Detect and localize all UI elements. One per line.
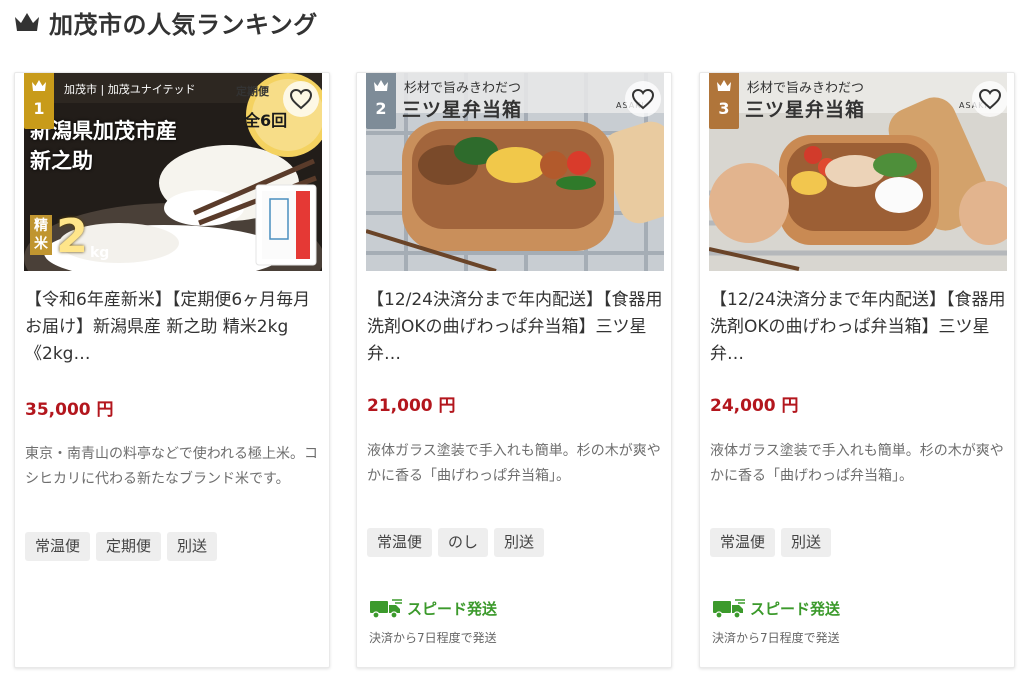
tag-room-temperature: 常温便: [25, 532, 91, 561]
product-description: 液体ガラス塗装で手入れも簡単。杉の木が爽やかに香る「曲げわっぱ弁当箱」。: [367, 443, 661, 484]
rice-weight: 2: [56, 209, 89, 263]
speed-shipping-note: 決済から7日程度で発送: [712, 631, 840, 645]
page-title: 加茂市の人気ランキング: [49, 10, 318, 39]
tag-separate-shipping: 別送: [781, 528, 832, 557]
tag-subscription: 定期便: [96, 532, 162, 561]
tag-list: 常温便 定期便 別送: [25, 532, 218, 561]
crown-icon: [32, 80, 46, 91]
bento-caption-main: 三ツ星弁当箱: [402, 99, 523, 121]
delivery-truck-icon: [713, 599, 745, 619]
product-price: 21,000 円: [367, 396, 456, 416]
speed-shipping-note: 決済から7日程度で発送: [369, 631, 497, 645]
ranking-card-1[interactable]: 加茂市 | 加茂ユナイテッド 定期便 全6回 新潟県加茂市産 新之助 精米 2 …: [14, 72, 330, 668]
tag-room-temperature: 常温便: [710, 528, 776, 557]
product-image-bento[interactable]: 杉材で旨みきわだつ 三ツ星弁当箱 ASAKI: [709, 73, 1007, 271]
tag-list: 常温便 のし 別送: [367, 528, 545, 557]
rank-number: 1: [33, 99, 45, 118]
rank-number: 2: [375, 99, 387, 118]
rice-circle-bottom: 全6回: [244, 111, 288, 130]
tag-room-temperature: 常温便: [367, 528, 433, 557]
rank-badge-2: 2: [366, 73, 396, 129]
rank-number: 3: [718, 99, 730, 118]
product-description: 液体ガラス塗装で手入れも簡単。杉の木が爽やかに香る「曲げわっぱ弁当箱」。: [710, 443, 1004, 484]
ranking-card-3[interactable]: 杉材で旨みきわだつ 三ツ星弁当箱 ASAKI 3 【12/24決済分まで年内配送…: [699, 72, 1015, 668]
ranking-header: 加茂市の人気ランキング: [13, 6, 318, 39]
favorite-button[interactable]: [283, 81, 319, 117]
product-price: 35,000 円: [25, 400, 114, 420]
tag-noshi: のし: [438, 528, 489, 557]
speed-shipping: スピード発送: [712, 597, 840, 619]
heart-icon: [978, 88, 1002, 110]
product-name[interactable]: 【令和6年産新米】【定期便6ヶ月毎月お届け】新潟県産 新之助 精米2kg《2kg…: [25, 287, 321, 368]
product-description: 東京・南青山の料亭などで使われる極上米。コシヒカリに代わる新たなブランド米です。: [25, 446, 319, 487]
rice-unit: kg: [90, 245, 110, 261]
rank-badge-3: 3: [709, 73, 739, 129]
product-image-bento[interactable]: 杉材で旨みきわだつ 三ツ星弁当箱 ASAKI: [366, 73, 664, 271]
product-name[interactable]: 【12/24決済分まで年内配送】【食器用洗剤OKの曲げわっぱ弁当箱】三ツ星弁…: [710, 287, 1006, 368]
heart-icon: [631, 88, 655, 110]
product-image-rice[interactable]: 加茂市 | 加茂ユナイテッド 定期便 全6回 新潟県加茂市産 新之助 精米 2 …: [24, 73, 322, 271]
favorite-button[interactable]: [972, 81, 1008, 117]
rice-subline: 新之助: [30, 149, 93, 173]
favorite-button[interactable]: [625, 81, 661, 117]
bento-caption-top: 杉材で旨みきわだつ: [747, 81, 865, 96]
rank-badge-1: 1: [24, 73, 54, 129]
speed-shipping-label: スピード発送: [407, 599, 498, 618]
rice-side-label: 精米: [30, 215, 52, 255]
delivery-truck-icon: [370, 599, 402, 619]
tag-separate-shipping: 別送: [167, 532, 218, 561]
tag-list: 常温便 別送: [710, 528, 832, 557]
ranking-card-2[interactable]: 杉材で旨みきわだつ 三ツ星弁当箱 ASAKI 2 【12/24決済分まで年内配送…: [356, 72, 672, 668]
bento-caption-main: 三ツ星弁当箱: [745, 99, 866, 121]
product-name[interactable]: 【12/24決済分まで年内配送】【食器用洗剤OKの曲げわっぱ弁当箱】三ツ星弁…: [367, 287, 663, 368]
tag-separate-shipping: 別送: [494, 528, 545, 557]
rice-banner-text: 加茂市 | 加茂ユナイテッド: [64, 83, 196, 96]
speed-shipping-label: スピード発送: [750, 599, 841, 618]
rice-circle-top: 定期便: [236, 85, 269, 98]
product-price: 24,000 円: [710, 396, 799, 416]
speed-shipping: スピード発送: [369, 597, 497, 619]
heart-icon: [289, 88, 313, 110]
crown-icon: [717, 80, 731, 91]
crown-icon: [15, 13, 39, 31]
bento-caption-top: 杉材で旨みきわだつ: [404, 81, 522, 96]
crown-icon: [374, 80, 388, 91]
